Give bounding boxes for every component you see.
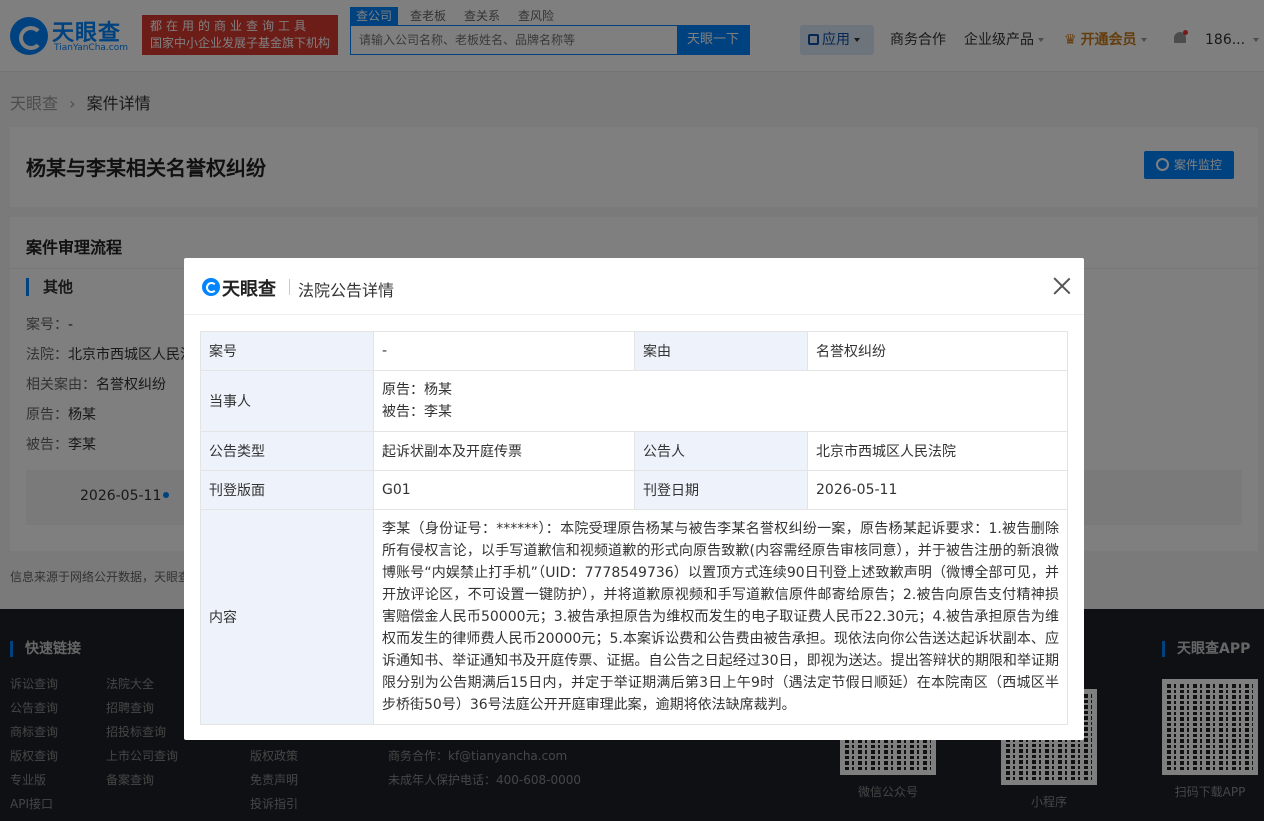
cause-value: 名誉权纠纷: [807, 331, 1068, 371]
table-row: 案号 - 案由 名誉权纠纷: [200, 331, 1068, 371]
case-no-label: 案号: [200, 331, 374, 371]
type-label: 公告类型: [200, 431, 374, 471]
case-no-value: -: [373, 331, 635, 371]
date-label: 刊登日期: [634, 470, 808, 510]
party-label: 当事人: [200, 370, 374, 432]
table-row: 当事人 原告：杨某 被告：李某: [200, 370, 1068, 432]
type-value: 起诉状副本及开庭传票: [373, 431, 635, 471]
court-notice-modal: 天眼查 法院公告详情 案号 - 案由 名誉权纠纷 当事人 原告：杨某 被告：李某…: [184, 258, 1084, 740]
modal-title: 法院公告详情: [298, 281, 395, 300]
cause-label: 案由: [634, 331, 808, 371]
page-label: 刊登版面: [200, 470, 374, 510]
table-row: 内容 李某（身份证号：******）：本院受理原告杨某与被告李某名誉权纠纷一案，…: [200, 509, 1068, 725]
announcer-label: 公告人: [634, 431, 808, 471]
divider: [289, 279, 290, 295]
close-icon[interactable]: [1053, 277, 1071, 295]
content-value: 李某（身份证号：******）：本院受理原告杨某与被告李某名誉权纠纷一案，原告杨…: [373, 509, 1068, 725]
table-row: 公告类型 起诉状副本及开庭传票 公告人 北京市西城区人民法院: [200, 431, 1068, 471]
table-row: 刊登版面 G01 刊登日期 2026-05-11: [200, 470, 1068, 510]
date-value: 2026-05-11: [807, 470, 1068, 510]
defendant: 被告：李某: [382, 404, 452, 420]
plaintiff: 原告：杨某: [382, 382, 452, 398]
page-value: G01: [373, 470, 635, 510]
notice-table: 案号 - 案由 名誉权纠纷 当事人 原告：杨某 被告：李某 公告类型 起诉状副本…: [200, 331, 1068, 725]
modal-logo: 天眼查: [202, 276, 284, 300]
party-value: 原告：杨某 被告：李某: [373, 370, 1068, 432]
logo-eye-icon: [202, 278, 220, 296]
modal-header: 天眼查 法院公告详情: [184, 258, 1084, 315]
modal-logo-name: 天眼查: [222, 279, 276, 300]
content-label: 内容: [200, 509, 374, 725]
announcer-value: 北京市西城区人民法院: [807, 431, 1068, 471]
